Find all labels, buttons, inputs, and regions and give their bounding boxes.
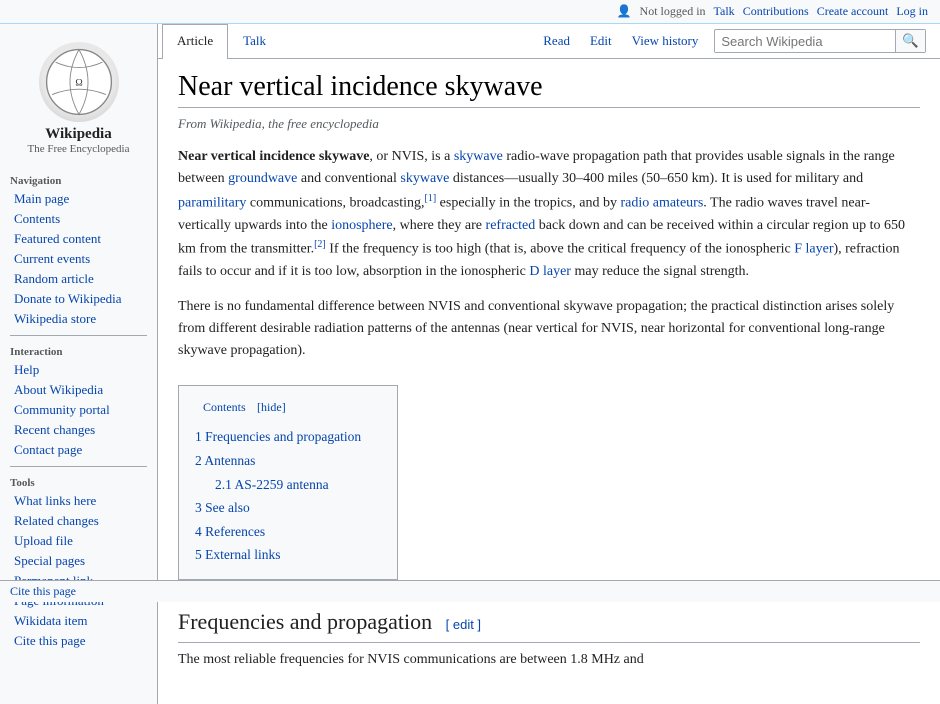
flayer-link[interactable]: F layer (794, 242, 833, 257)
sidebar-item-special[interactable]: Special pages (0, 551, 157, 571)
toc-link[interactable]: 4 References (195, 524, 265, 539)
sidebar-item-recent-changes[interactable]: Recent changes (0, 420, 157, 440)
section1-edit-link[interactable]: [ edit ] (446, 617, 481, 632)
sidebar-item-help[interactable]: Help (0, 360, 157, 380)
article-title: Near vertical incidence skywave (178, 71, 920, 108)
talk-link[interactable]: Talk (714, 4, 735, 19)
article: Near vertical incidence skywave From Wik… (158, 59, 940, 704)
para1-end: If the frequency is too high (that is, a… (326, 242, 794, 257)
toc-title-text: Contents (203, 400, 246, 414)
toc-items: 1 Frequencies and propagation 2 Antennas 2… (195, 425, 381, 567)
tab-talk[interactable]: Talk (228, 24, 281, 59)
toc-item: 2.1 AS-2259 antenna (195, 473, 381, 497)
tools-section: Tools What links hereRelated changesUplo… (0, 473, 157, 651)
toc-link[interactable]: 5 External links (195, 547, 280, 562)
section1-paragraph: The most reliable frequencies for NVIS c… (178, 649, 920, 671)
sidebar-item-contents[interactable]: Contents (0, 209, 157, 229)
sidebar-item-upload[interactable]: Upload file (0, 531, 157, 551)
toc-link[interactable]: 2.1 AS-2259 antenna (215, 477, 329, 492)
svg-text:Ω: Ω (75, 78, 82, 89)
bottom-bar: Cite this page (0, 580, 940, 602)
dlayer-link[interactable]: D layer (529, 264, 571, 279)
skywave2-link[interactable]: skywave (400, 171, 449, 186)
intro-paragraph: Near vertical incidence skywave, or NVIS… (178, 146, 920, 284)
para1-rest: , or NVIS, is a (369, 149, 453, 164)
tools-heading: Tools (0, 473, 157, 491)
toc-item: 2 Antennas (195, 449, 381, 473)
toc-item: 3 See also (195, 496, 381, 520)
sidebar-item-current-events[interactable]: Current events (0, 249, 157, 269)
section1-heading: Frequencies and propagation [ edit ] (178, 604, 920, 643)
sidebar-item-community[interactable]: Community portal (0, 400, 157, 420)
search-box: 🔍 (714, 29, 926, 53)
para1-mid2: and conventional (297, 171, 400, 186)
user-icon: 👤 (617, 4, 632, 19)
para1-mid3: distances—usually 30–400 miles (50–650 k… (449, 171, 863, 186)
logo-subtitle: The Free Encyclopedia (27, 143, 129, 155)
paramilitary-link[interactable]: paramilitary (178, 195, 246, 210)
table-of-contents: Contents [hide] 1 Frequencies and propag… (178, 385, 398, 580)
radio-amateurs-link[interactable]: radio amateurs (620, 195, 703, 210)
sidebar-item-related-changes[interactable]: Related changes (0, 511, 157, 531)
section1-body: The most reliable frequencies for NVIS c… (178, 649, 920, 671)
login-link[interactable]: Log in (896, 4, 928, 19)
cite2[interactable]: [2] (314, 239, 326, 250)
interaction-section: Interaction HelpAbout WikipediaCommunity… (0, 342, 157, 460)
groundwave-link[interactable]: groundwave (228, 171, 297, 186)
sidebar-item-about[interactable]: About Wikipedia (0, 380, 157, 400)
toc-link[interactable]: 1 Frequencies and propagation (195, 429, 361, 444)
navigation-items: Main pageContentsFeatured contentCurrent… (0, 189, 157, 329)
not-logged-in-text: Not logged in (640, 4, 706, 19)
navigation-section: Navigation Main pageContentsFeatured con… (0, 171, 157, 329)
cite-this-page-link[interactable]: Cite this page (10, 584, 76, 599)
para1-mid7: , where they are (393, 218, 486, 233)
para1-end3: may reduce the signal strength. (571, 264, 749, 279)
sidebar-item-random-article[interactable]: Random article (0, 269, 157, 289)
para1-mid4: communications, broadcasting, (246, 195, 424, 210)
toc-link[interactable]: 3 See also (195, 500, 250, 515)
navigation-heading: Navigation (0, 171, 157, 189)
tab-article[interactable]: Article (162, 24, 228, 59)
ionosphere-link[interactable]: ionosphere (331, 218, 392, 233)
toc-item: 5 External links (195, 543, 381, 567)
tools-items: What links hereRelated changesUpload fil… (0, 491, 157, 651)
interaction-heading: Interaction (0, 342, 157, 360)
toc-hide-button[interactable]: [hide] (257, 400, 286, 414)
sidebar-item-wikidata[interactable]: Wikidata item (0, 611, 157, 631)
search-input[interactable] (715, 31, 895, 52)
search-button[interactable]: 🔍 (895, 30, 925, 52)
toc-title: Contents [hide] (195, 396, 381, 418)
toc-item: 1 Frequencies and propagation (195, 425, 381, 449)
logo-title: Wikipedia (45, 126, 111, 143)
sidebar-item-featured-content[interactable]: Featured content (0, 229, 157, 249)
sidebar-item-cite[interactable]: Cite this page (0, 631, 157, 651)
sidebar-item-contact[interactable]: Contact page (0, 440, 157, 460)
sidebar-item-main-page[interactable]: Main page (0, 189, 157, 209)
logo-image: Ω (39, 42, 119, 122)
right-tabs: Read Edit View history 🔍 (533, 24, 940, 58)
article-subtitle: From Wikipedia, the free encyclopedia (178, 116, 920, 132)
contributions-link[interactable]: Contributions (743, 4, 809, 19)
para2: There is no fundamental difference betwe… (178, 296, 920, 363)
sidebar-item-donate[interactable]: Donate to Wikipedia (0, 289, 157, 309)
sidebar-item-what-links[interactable]: What links here (0, 491, 157, 511)
tab-read[interactable]: Read (533, 25, 580, 57)
para1-mid5: especially in the tropics, and by (436, 195, 620, 210)
interaction-items: HelpAbout WikipediaCommunity portalRecen… (0, 360, 157, 460)
create-account-link[interactable]: Create account (817, 4, 889, 19)
logo-area: Ω Wikipedia The Free Encyclopedia (0, 32, 157, 171)
topbar: 👤 Not logged in Talk Contributions Creat… (0, 0, 940, 24)
refracted-link[interactable]: refracted (486, 218, 536, 233)
tab-edit[interactable]: Edit (580, 25, 622, 57)
tab-bar: Article Talk Read Edit View history 🔍 (158, 24, 940, 59)
article-subject-bold: Near vertical incidence skywave (178, 149, 369, 164)
cite1[interactable]: [1] (425, 193, 437, 204)
tab-view-history[interactable]: View history (622, 25, 709, 57)
skywave1-link[interactable]: skywave (454, 149, 503, 164)
sidebar-item-store[interactable]: Wikipedia store (0, 309, 157, 329)
toc-item: 4 References (195, 520, 381, 544)
toc-link[interactable]: 2 Antennas (195, 453, 255, 468)
section1-heading-text: Frequencies and propagation (178, 609, 432, 634)
